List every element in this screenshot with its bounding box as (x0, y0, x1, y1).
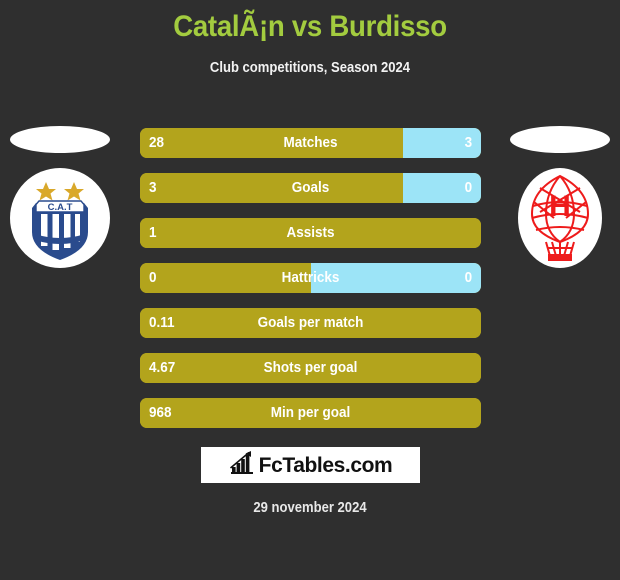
stat-row-shots-per-goal: 4.67 Shots per goal (140, 353, 481, 383)
stat-row-assists: 1 Assists (140, 218, 481, 248)
page-title: CatalÃ¡n vs Burdisso (173, 10, 447, 43)
stat-row-hattricks: 0 Hattricks 0 (140, 263, 481, 293)
fctables-brand-badge[interactable]: FcTables.com (201, 447, 420, 483)
talleres-crest-icon: C.A.T (10, 168, 110, 268)
stats-bar-chart: 28 Matches 3 3 Goals 0 1 Assists 0 Hattr… (140, 128, 481, 443)
stat-row-goals-per-match: 0.11 Goals per match (140, 308, 481, 338)
huracan-balloon-icon: H (510, 168, 610, 268)
stat-label: Goals per match (257, 315, 364, 331)
stat-label: Min per goal (270, 405, 351, 421)
stat-row-matches: 28 Matches 3 (140, 128, 481, 158)
stat-label: Shots per goal (263, 360, 358, 376)
brand-name: FcTables.com (258, 453, 393, 477)
svg-text:H: H (549, 190, 571, 223)
stat-label: Assists (286, 225, 335, 241)
team-left-logo-container: C.A.T (0, 126, 120, 306)
bar-chart-icon (229, 450, 254, 480)
team-right-logo-container: H (500, 126, 620, 306)
stat-value-right: 0 (464, 180, 472, 196)
stat-row-min-per-goal: 968 Min per goal (140, 398, 481, 428)
stat-value-right: 0 (464, 270, 472, 286)
stat-row-goals: 3 Goals 0 (140, 173, 481, 203)
stat-label: Matches (283, 135, 338, 151)
footer-date: 29 november 2024 (253, 500, 367, 516)
team-right-ellipse-decoration (510, 126, 610, 153)
stat-label: Hattricks (281, 270, 340, 286)
stat-label: Goals (291, 180, 330, 196)
svg-text:C.A.T: C.A.T (48, 202, 73, 213)
page-subtitle: Club competitions, Season 2024 (209, 60, 411, 76)
stat-value-right: 3 (464, 135, 472, 151)
header: CatalÃ¡n vs Burdisso Club competitions, … (0, 0, 620, 78)
team-left-ellipse-decoration (10, 126, 110, 153)
